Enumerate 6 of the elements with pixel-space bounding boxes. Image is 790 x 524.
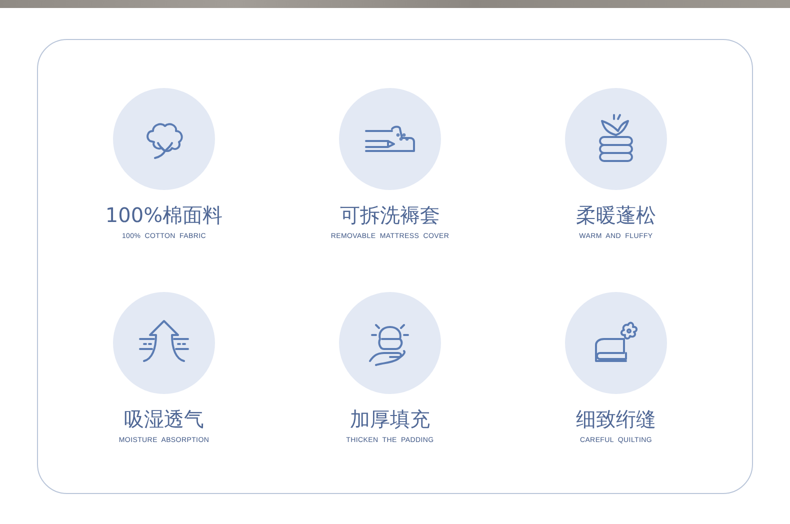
feature-title: 吸湿透气 <box>124 407 204 431</box>
feature-title: 加厚填充 <box>350 407 430 431</box>
feature-title: 柔暖蓬松 <box>576 203 656 227</box>
feature-title: 细致绗缝 <box>576 407 656 431</box>
feature-title: 100%棉面料 <box>105 203 223 227</box>
feature-title: 可拆洗褥套 <box>340 203 440 227</box>
